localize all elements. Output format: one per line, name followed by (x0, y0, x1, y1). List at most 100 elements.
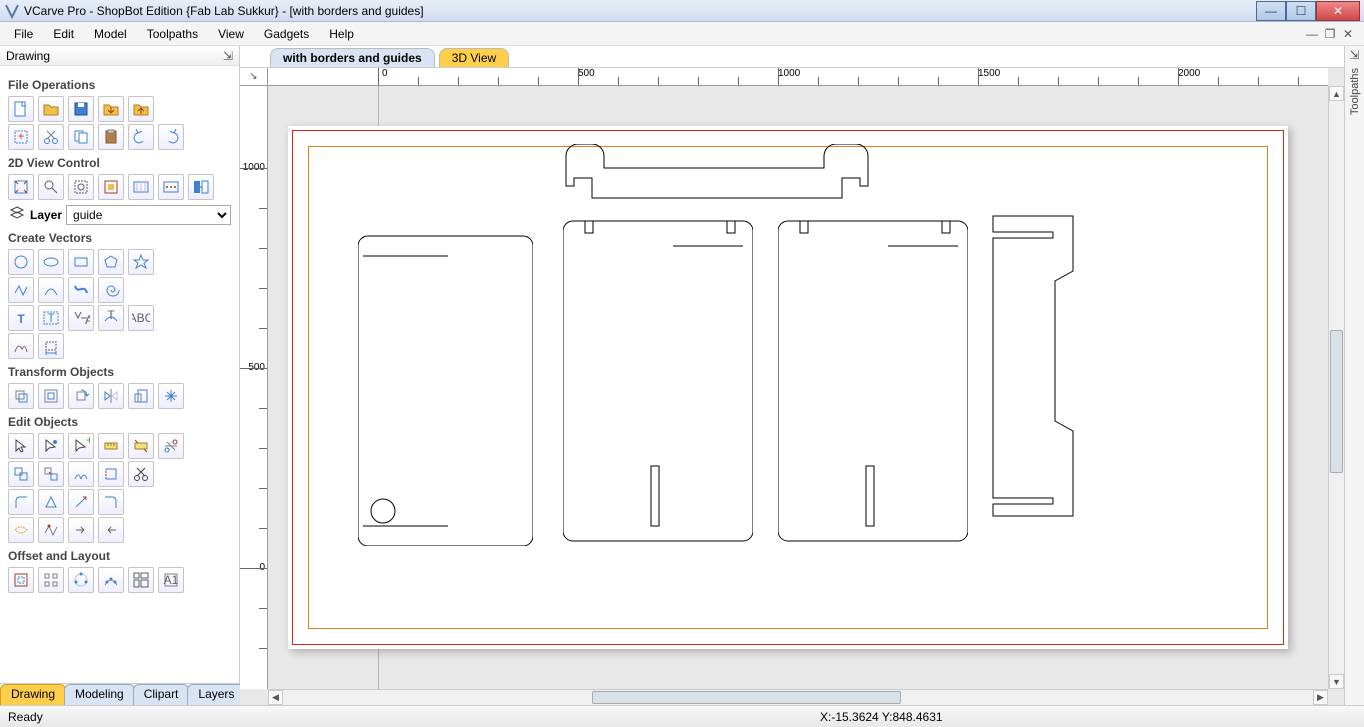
menu-help[interactable]: Help (319, 25, 364, 43)
part-4[interactable] (988, 211, 1078, 526)
trim-button[interactable] (158, 433, 184, 459)
toggle-guides-button[interactable] (128, 174, 154, 200)
paste-button[interactable] (98, 124, 124, 150)
view-toggle-button[interactable] (188, 174, 214, 200)
canvas[interactable] (268, 86, 1328, 689)
extend-button[interactable] (68, 489, 94, 515)
export-button[interactable] (128, 96, 154, 122)
snap-grid-button[interactable] (158, 174, 184, 200)
right-pin-icon[interactable]: ⇲ (1349, 48, 1359, 62)
scroll-right-button[interactable]: ▶ (1313, 690, 1328, 705)
trace-button[interactable] (8, 333, 34, 359)
tab-clipart[interactable]: Clipart (133, 684, 190, 705)
scroll-down-button[interactable]: ▼ (1329, 674, 1344, 689)
mdi-minimize-button[interactable]: — (1304, 26, 1320, 42)
text-button[interactable]: T (8, 305, 34, 331)
fillet-left-button[interactable] (8, 489, 34, 515)
increment-button[interactable]: + (8, 124, 34, 150)
tab-layers[interactable]: Layers (187, 684, 245, 705)
pin-icon[interactable]: ⇲ (223, 49, 233, 63)
distort-button[interactable] (158, 383, 184, 409)
layer-select[interactable]: guide (66, 205, 231, 225)
vertical-scrollbar[interactable]: ▲ ▼ (1328, 86, 1344, 689)
horizontal-ruler[interactable]: 0 500 1000 1500 2000 (268, 68, 1328, 86)
text-outline-button[interactable]: ABC (128, 305, 154, 331)
scroll-up-button[interactable]: ▲ (1329, 86, 1344, 101)
vertical-ruler[interactable]: 0 500 1000 (240, 86, 268, 689)
ruler-origin-icon[interactable]: ↘ (240, 68, 268, 86)
join-measure-button[interactable] (128, 433, 154, 459)
vector-validator-button[interactable] (38, 517, 64, 543)
menu-file[interactable]: File (4, 25, 43, 43)
arc-button[interactable] (38, 277, 64, 303)
save-file-button[interactable] (68, 96, 94, 122)
rotate-button[interactable] (68, 383, 94, 409)
doc-tab-3d[interactable]: 3D View (439, 48, 509, 67)
open-file-button[interactable] (38, 96, 64, 122)
align-button[interactable] (38, 383, 64, 409)
new-file-button[interactable] (8, 96, 34, 122)
close-button[interactable]: ✕ (1316, 1, 1360, 21)
curve-button[interactable] (68, 277, 94, 303)
mirror-button[interactable] (98, 383, 124, 409)
ungroup-button[interactable] (38, 461, 64, 487)
cut-vector-button[interactable] (128, 461, 154, 487)
zoom-selection-button[interactable] (98, 174, 124, 200)
text-box-button[interactable]: T (38, 305, 64, 331)
plate-layout-button[interactable]: A1 (158, 567, 184, 593)
zoom-window-button[interactable] (68, 174, 94, 200)
tab-modeling[interactable]: Modeling (64, 684, 135, 705)
reverse-button[interactable] (98, 517, 124, 543)
import-button[interactable] (98, 96, 124, 122)
dimension-button[interactable] (38, 333, 64, 359)
group-button[interactable] (8, 461, 34, 487)
circular-array-button[interactable] (68, 567, 94, 593)
offset-button[interactable] (8, 567, 34, 593)
rectangle-button[interactable] (68, 249, 94, 275)
zoom-fit-button[interactable] (8, 174, 34, 200)
tab-drawing[interactable]: Drawing (0, 684, 66, 705)
text-on-curve-button[interactable]: T (98, 305, 124, 331)
zoom-button[interactable] (38, 174, 64, 200)
mdi-close-button[interactable]: ✕ (1340, 26, 1356, 42)
menu-gadgets[interactable]: Gadgets (254, 25, 319, 43)
undo-button[interactable] (128, 124, 154, 150)
direction-button[interactable] (68, 517, 94, 543)
part-2[interactable] (563, 211, 753, 546)
select-button[interactable] (8, 433, 34, 459)
scroll-left-button[interactable]: ◀ (268, 690, 283, 705)
cut-button[interactable] (38, 124, 64, 150)
copy-along-button[interactable] (98, 567, 124, 593)
ellipse-button[interactable] (38, 249, 64, 275)
mdi-restore-button[interactable]: ❐ (1322, 26, 1338, 42)
part-1[interactable] (358, 226, 533, 546)
part-5[interactable] (563, 144, 873, 199)
scale-button[interactable] (128, 383, 154, 409)
menu-model[interactable]: Model (84, 25, 137, 43)
minimize-button[interactable]: — (1256, 1, 1286, 21)
hscroll-thumb[interactable] (592, 691, 901, 704)
polygon-button[interactable] (98, 249, 124, 275)
part-3[interactable] (778, 211, 968, 546)
nest-button[interactable] (128, 567, 154, 593)
fillet-triangle-button[interactable] (38, 489, 64, 515)
measure-button[interactable] (98, 433, 124, 459)
star-button[interactable] (128, 249, 154, 275)
array-button[interactable] (38, 567, 64, 593)
vscroll-thumb[interactable] (1330, 330, 1343, 473)
menu-toolpaths[interactable]: Toolpaths (137, 25, 208, 43)
circle-button[interactable] (8, 249, 34, 275)
horizontal-scrollbar[interactable]: ◀ ▶ (268, 689, 1328, 705)
spiral-button[interactable] (98, 277, 124, 303)
node-edit-button[interactable] (38, 433, 64, 459)
move-button[interactable] (8, 383, 34, 409)
maximize-button[interactable]: ☐ (1286, 1, 1316, 21)
redo-button[interactable] (158, 124, 184, 150)
copy-button[interactable] (68, 124, 94, 150)
doc-tab-2d[interactable]: with borders and guides (270, 48, 435, 67)
join-button[interactable] (68, 461, 94, 487)
toolpaths-tab[interactable]: Toolpaths (1349, 64, 1361, 119)
edit-text-button[interactable]: AB (68, 305, 94, 331)
close-vector-button[interactable] (98, 461, 124, 487)
select-add-button[interactable]: + (68, 433, 94, 459)
